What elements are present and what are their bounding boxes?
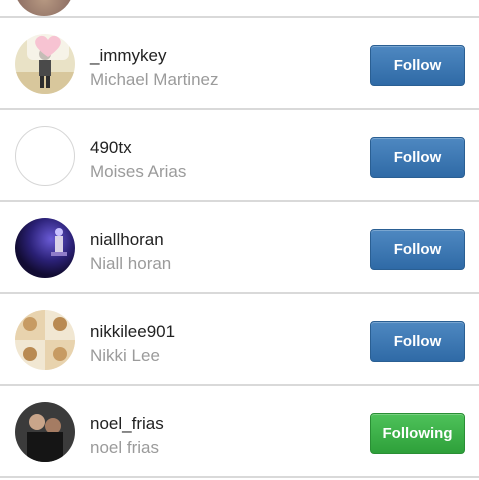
following-button[interactable]: Following — [370, 413, 465, 454]
full-name: Moises Arias — [90, 162, 187, 181]
username[interactable]: nikkilee901 — [90, 322, 175, 342]
avatar[interactable] — [15, 126, 75, 186]
list-item[interactable]: 490tx Moises Arias Follow — [0, 110, 479, 200]
username[interactable]: noel_frias — [90, 414, 164, 434]
full-name: noel frias — [90, 438, 159, 457]
follow-button[interactable]: Follow — [370, 137, 465, 178]
follow-button[interactable]: Follow — [370, 321, 465, 362]
list-item[interactable]: niallhoran Niall horan Follow — [0, 202, 479, 292]
avatar[interactable] — [14, 0, 74, 16]
previous-list-item-partial — [0, 0, 479, 17]
avatar[interactable] — [15, 402, 75, 462]
divider — [0, 476, 479, 478]
follow-button[interactable]: Follow — [370, 229, 465, 270]
full-name: Michael Martinez — [90, 70, 219, 89]
follow-button[interactable]: Follow — [370, 45, 465, 86]
full-name: Niall horan — [90, 254, 172, 273]
avatar[interactable] — [15, 310, 75, 370]
full-name: Nikki Lee — [90, 346, 160, 365]
heart-icon — [27, 32, 69, 60]
username[interactable]: niallhoran — [90, 230, 164, 250]
list-item[interactable]: _immykey Michael Martinez Follow — [0, 18, 479, 108]
username[interactable]: 490tx — [90, 138, 132, 158]
list-item[interactable]: noel_frias noel frias Following — [0, 386, 479, 476]
avatar[interactable] — [15, 218, 75, 278]
username[interactable]: _immykey — [90, 46, 167, 66]
list-item[interactable]: nikkilee901 Nikki Lee Follow — [0, 294, 479, 384]
